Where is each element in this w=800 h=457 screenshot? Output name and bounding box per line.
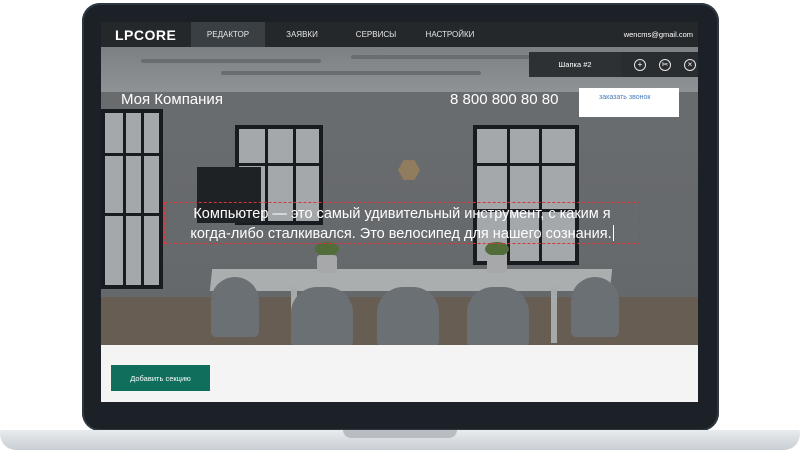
nav-item-services[interactable]: СЕРВИСЫ bbox=[339, 22, 413, 47]
nav-item-requests[interactable]: ЗАЯВКИ bbox=[265, 22, 339, 47]
close-icon[interactable]: × bbox=[684, 58, 696, 71]
laptop-notch bbox=[343, 430, 457, 438]
hero-text-line-2-content: когда-либо сталкивался. Это велосипед дл… bbox=[190, 226, 612, 242]
hero-text-line-1: Компьютер — это самый удивительный инстр… bbox=[193, 206, 611, 222]
app-logo[interactable]: LPCORE bbox=[101, 27, 191, 43]
plus-icon[interactable]: + bbox=[634, 58, 646, 71]
callback-button[interactable]: заказать звонок bbox=[579, 88, 679, 117]
callback-button-label: заказать звонок bbox=[599, 94, 651, 101]
hero-section: Моя Компания 8 800 800 80 80 заказать зв… bbox=[101, 47, 698, 345]
bottom-area: Добавить секцию bbox=[101, 345, 698, 402]
nav-item-settings[interactable]: НАСТРОЙКИ bbox=[413, 22, 487, 47]
add-section-button[interactable]: Добавить секцию bbox=[111, 365, 210, 391]
text-cursor bbox=[612, 225, 614, 241]
hero-text-editor[interactable]: Компьютер — это самый удивительный инстр… bbox=[164, 202, 640, 244]
scissors-icon[interactable]: ✂ bbox=[659, 58, 671, 71]
section-name-label[interactable]: Шапка #2 bbox=[529, 52, 621, 77]
phone-number[interactable]: 8 800 800 80 80 bbox=[450, 91, 558, 108]
nav-item-editor[interactable]: РЕДАКТОР bbox=[191, 22, 265, 47]
top-navigation-bar: LPCORE РЕДАКТОР ЗАЯВКИ СЕРВИСЫ НАСТРОЙКИ… bbox=[101, 22, 698, 47]
section-toolbar: Шапка #2 + ✂ × bbox=[529, 52, 698, 77]
laptop-screen: LPCORE РЕДАКТОР ЗАЯВКИ СЕРВИСЫ НАСТРОЙКИ… bbox=[101, 22, 698, 402]
company-name[interactable]: Моя Компания bbox=[121, 91, 223, 108]
user-email[interactable]: wencms@gmail.com bbox=[624, 22, 693, 47]
hero-text-line-2: когда-либо сталкивался. Это велосипед дл… bbox=[165, 224, 639, 244]
